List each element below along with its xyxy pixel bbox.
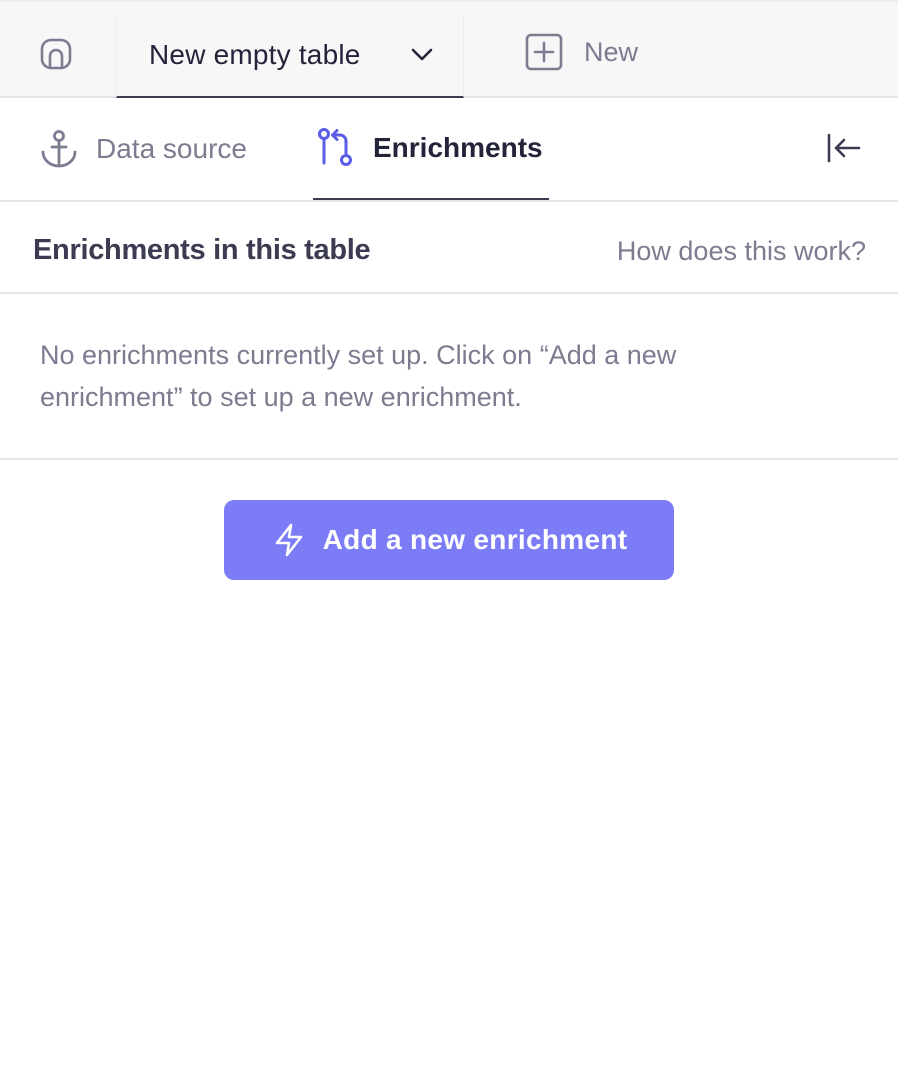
collapse-left-icon — [827, 133, 861, 163]
add-enrichment-button[interactable]: Add a new enrichment — [224, 500, 674, 580]
panel-tab-bar: Data source Enrichments — [0, 98, 898, 202]
top-bar: New empty table New — [0, 0, 898, 98]
tab-enrichments-label: Enrichments — [373, 132, 543, 163]
git-pull-request-icon — [318, 128, 352, 166]
empty-state: No enrichments currently set up. Click o… — [0, 294, 898, 460]
new-button-label: New — [584, 36, 639, 67]
new-table-button[interactable]: New — [524, 30, 638, 74]
add-enrichment-label: Add a new enrichment — [322, 524, 628, 555]
anchor-icon — [41, 130, 77, 168]
home-arch-icon — [40, 38, 72, 70]
empty-state-message: No enrichments currently set up. Click o… — [40, 340, 677, 412]
chevron-down-icon — [411, 48, 433, 61]
table-name: New empty table — [149, 39, 361, 70]
how-does-this-work-link[interactable]: How does this work? — [617, 236, 866, 267]
collapse-panel-button[interactable] — [824, 128, 864, 168]
tab-enrichments[interactable]: Enrichments — [313, 98, 549, 200]
tab-data-source[interactable]: Data source — [38, 98, 247, 200]
lightning-icon — [275, 523, 302, 557]
home-button[interactable] — [34, 32, 78, 76]
tab-data-source-label: Data source — [96, 133, 247, 164]
enrichments-section-header: Enrichments in this table How does this … — [0, 202, 898, 294]
table-selector-tab[interactable]: New empty table — [116, 14, 464, 98]
section-title: Enrichments in this table — [33, 234, 371, 266]
plus-square-icon — [525, 33, 563, 71]
